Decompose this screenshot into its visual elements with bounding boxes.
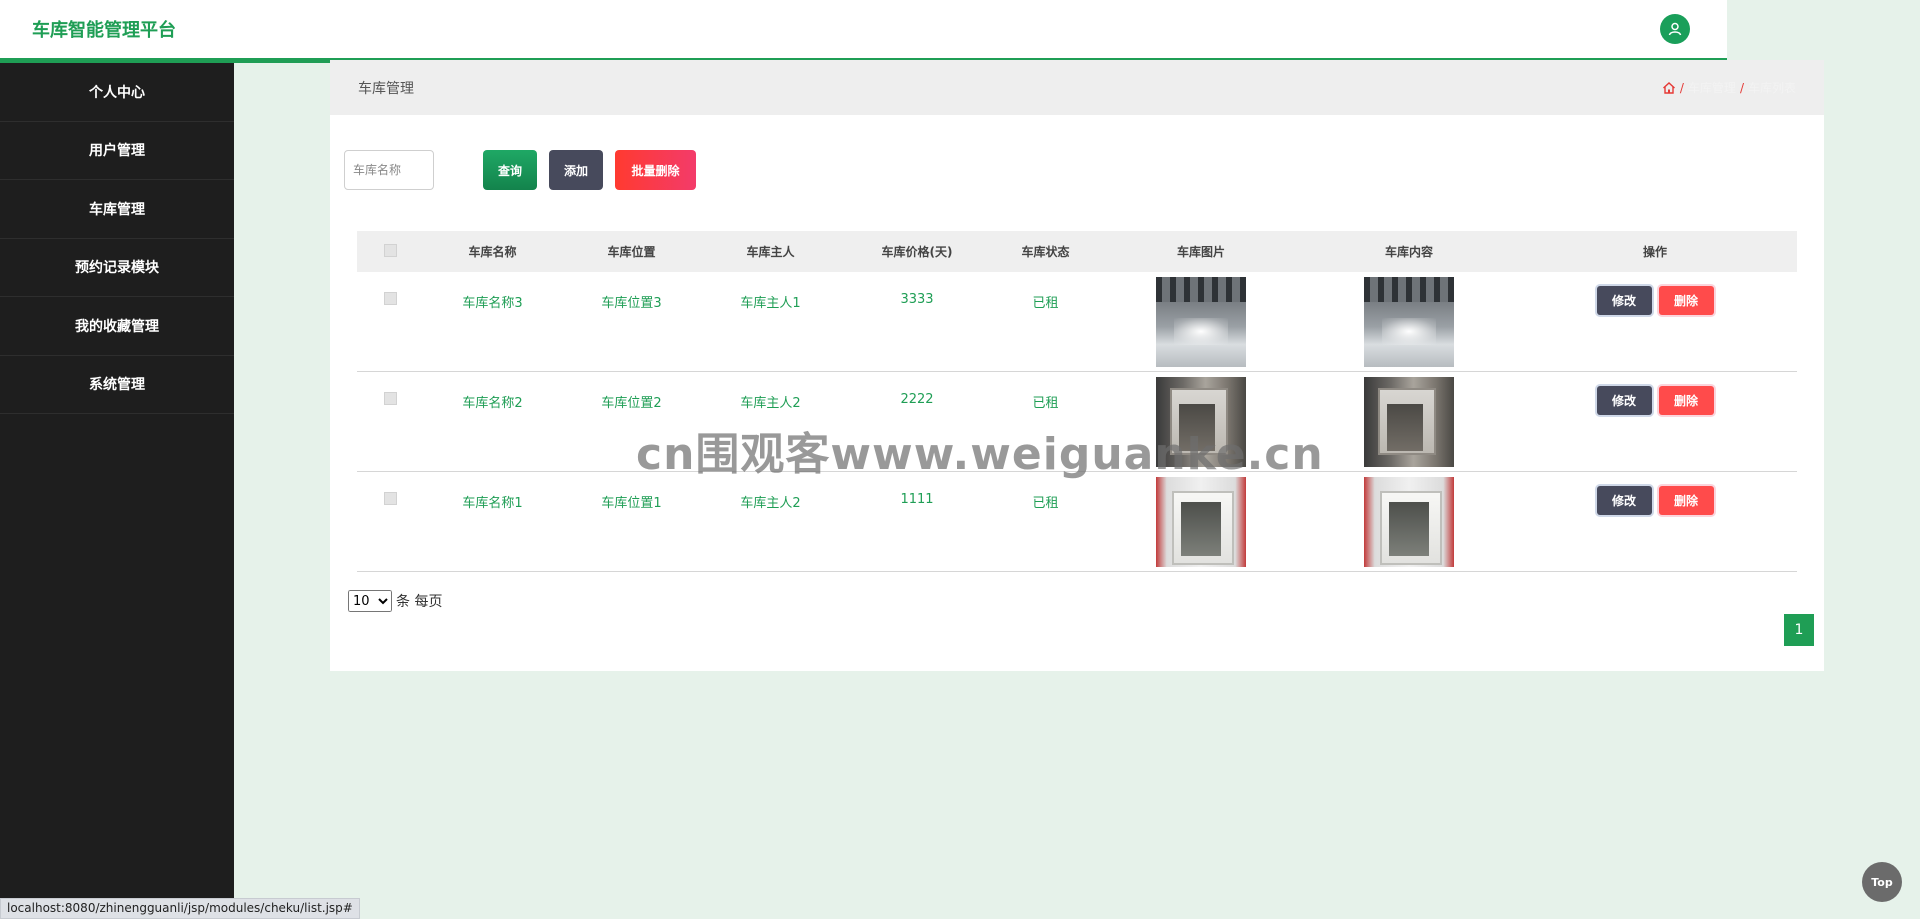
garage-status: 已租 xyxy=(1032,296,1059,311)
sidebar-item-user-management[interactable]: 用户管理 xyxy=(0,122,234,180)
garage-location: 车库位置1 xyxy=(601,496,662,511)
top-header: 车库智能管理平台 xyxy=(0,0,1727,63)
garage-price: 3333 xyxy=(900,292,934,307)
table-row: 车库名称3 车库位置3 车库主人1 3333 已租 修改 删除 xyxy=(357,272,1797,372)
breadcrumb-separator: / xyxy=(1679,80,1684,95)
page-size-select[interactable]: 10 xyxy=(348,590,392,612)
garage-name-search-input[interactable] xyxy=(344,150,434,190)
column-header-image: 车库图片 xyxy=(1176,245,1225,259)
garage-content-cell xyxy=(1305,377,1513,467)
page-title: 车库管理 xyxy=(358,80,414,97)
panel-header: 车库管理 / 车库管理 / 车库列表 xyxy=(330,60,1824,115)
column-header-owner: 车库主人 xyxy=(746,245,795,259)
garage-price: 2222 xyxy=(900,392,934,407)
garage-name: 车库名称3 xyxy=(462,296,523,311)
garage-name: 车库名称2 xyxy=(462,396,523,411)
garage-table: 车库名称 车库位置 车库主人 车库价格(天) 车库状态 车库图片 车库内容 操作… xyxy=(357,231,1797,572)
garage-owner: 车库主人1 xyxy=(740,296,801,311)
row-actions: 修改 删除 xyxy=(1513,277,1797,315)
row-checkbox[interactable] xyxy=(383,492,397,505)
row-actions: 修改 删除 xyxy=(1513,377,1797,415)
delete-button[interactable]: 删除 xyxy=(1658,286,1714,315)
column-header-price: 车库价格(天) xyxy=(881,245,953,259)
sidebar-item-reservation-records[interactable]: 预约记录模块 xyxy=(0,239,234,297)
page-number-button[interactable]: 1 xyxy=(1784,614,1814,646)
garage-status: 已租 xyxy=(1032,496,1059,511)
garage-image-cell xyxy=(1097,477,1305,567)
garage-name: 车库名称1 xyxy=(462,496,523,511)
row-checkbox[interactable] xyxy=(383,292,397,305)
column-header-location: 车库位置 xyxy=(607,245,656,259)
garage-photo[interactable] xyxy=(1156,277,1246,367)
edit-button[interactable]: 修改 xyxy=(1596,286,1652,315)
sidebar-item-garage-management[interactable]: 车库管理 xyxy=(0,180,234,239)
table-header: 车库名称 车库位置 车库主人 车库价格(天) 车库状态 车库图片 车库内容 操作 xyxy=(357,231,1797,272)
garage-content-photo[interactable] xyxy=(1364,277,1454,367)
browser-status-url: localhost:8080/zhinengguanli/jsp/modules… xyxy=(0,898,360,919)
breadcrumb-garage-management[interactable]: 车库管理 xyxy=(1688,79,1736,96)
sidebar-item-personal-center[interactable]: 个人中心 xyxy=(0,63,234,122)
add-button[interactable]: 添加 xyxy=(549,150,603,190)
row-checkbox-cell xyxy=(357,277,423,309)
garage-owner: 车库主人2 xyxy=(740,396,801,411)
batch-delete-button[interactable]: 批量删除 xyxy=(615,150,696,190)
garage-image-cell xyxy=(1097,277,1305,367)
query-button[interactable]: 查询 xyxy=(483,150,537,190)
user-icon xyxy=(1668,22,1682,36)
back-to-top-button[interactable]: Top xyxy=(1862,862,1902,902)
sidebar-item-favorites[interactable]: 我的收藏管理 xyxy=(0,297,234,356)
column-header-content: 车库内容 xyxy=(1384,245,1433,259)
delete-button[interactable]: 删除 xyxy=(1658,386,1714,415)
garage-content-photo[interactable] xyxy=(1364,377,1454,467)
column-header-status: 车库状态 xyxy=(1021,245,1070,259)
app-title: 车库智能管理平台 xyxy=(32,20,176,41)
column-header-actions: 操作 xyxy=(1642,245,1667,259)
breadcrumb-garage-list: 车库列表 xyxy=(1747,81,1796,95)
row-checkbox[interactable] xyxy=(383,392,397,405)
main-panel: 车库管理 / 车库管理 / 车库列表 查询 添加 批量删除 车库名称 xyxy=(330,60,1824,671)
breadcrumb-separator: / xyxy=(1739,80,1744,95)
sidebar-item-system-management[interactable]: 系统管理 xyxy=(0,356,234,414)
garage-photo[interactable] xyxy=(1156,477,1246,567)
row-checkbox-cell xyxy=(357,477,423,509)
garage-status: 已租 xyxy=(1032,396,1059,411)
breadcrumb: / 车库管理 / 车库列表 xyxy=(1662,79,1796,96)
home-icon[interactable] xyxy=(1662,81,1676,95)
page-size-control: 10 条 每页 xyxy=(348,590,442,612)
toolbar: 查询 添加 批量删除 xyxy=(344,150,696,190)
row-checkbox-cell xyxy=(357,377,423,409)
garage-content-cell xyxy=(1305,277,1513,367)
delete-button[interactable]: 删除 xyxy=(1658,486,1714,515)
table-row: 车库名称1 车库位置1 车库主人2 1111 已租 修改 删除 xyxy=(357,472,1797,572)
edit-button[interactable]: 修改 xyxy=(1596,386,1652,415)
garage-location: 车库位置2 xyxy=(601,396,662,411)
row-actions: 修改 删除 xyxy=(1513,477,1797,515)
edit-button[interactable]: 修改 xyxy=(1596,486,1652,515)
garage-content-photo[interactable] xyxy=(1364,477,1454,567)
page-size-label: 条 每页 xyxy=(396,594,443,610)
sidebar: 个人中心 用户管理 车库管理 预约记录模块 我的收藏管理 系统管理 xyxy=(0,63,234,919)
select-all-checkbox[interactable] xyxy=(383,243,397,257)
user-avatar[interactable] xyxy=(1660,14,1690,44)
garage-owner: 车库主人2 xyxy=(740,496,801,511)
watermark: cn围观客www.weiguanke.cn xyxy=(636,429,1324,480)
garage-content-cell xyxy=(1305,477,1513,567)
column-header-name: 车库名称 xyxy=(468,245,517,259)
garage-location: 车库位置3 xyxy=(601,296,662,311)
select-all-cell xyxy=(357,243,423,260)
